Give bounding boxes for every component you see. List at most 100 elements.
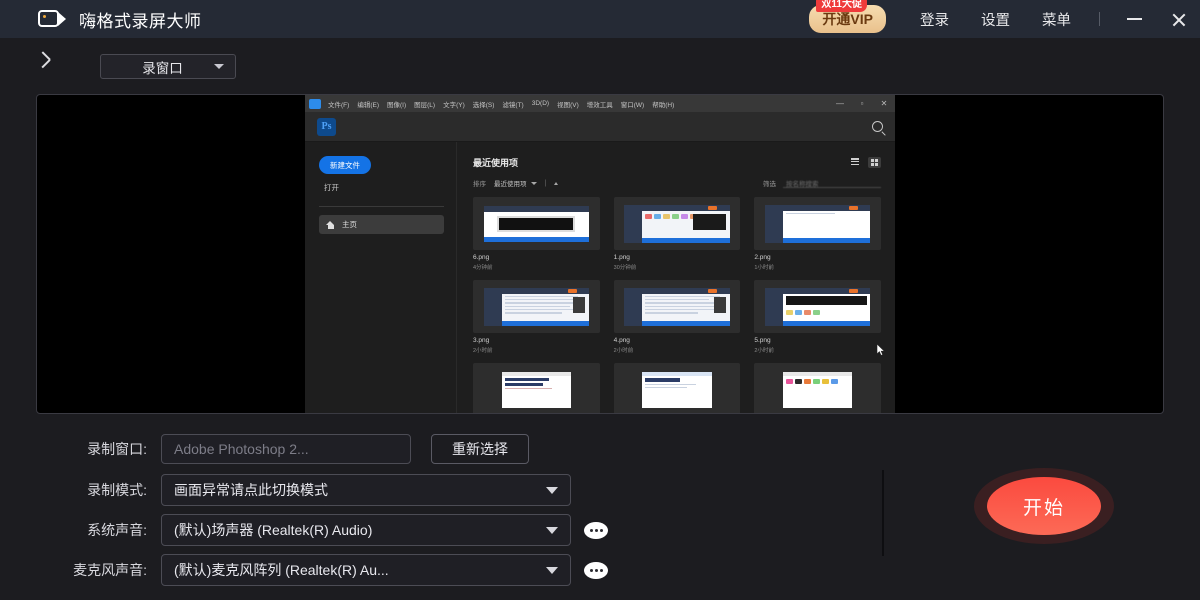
photoshop-window-preview: 文件(F) 编辑(E) 图像(I) 图层(L) 文字(Y) 选择(S) 滤镜(T… [305, 95, 895, 414]
ps-minimize-icon: — [829, 99, 851, 108]
titlebar-divider [1099, 12, 1100, 26]
ps-open-button: 打开 [324, 182, 444, 193]
ps-menu-item: 图层(L) [414, 99, 435, 109]
ps-menu-item: 编辑(E) [357, 99, 379, 109]
ps-sort-value: 最近使用项 [494, 178, 527, 188]
ps-file-card: 6.png 4分钟前 [473, 197, 600, 271]
ps-sort-row: 排序 最近使用项 | 筛选 按名称搜索 [473, 178, 881, 188]
ps-menu-bar: 文件(F) 编辑(E) 图像(I) 图层(L) 文字(Y) 选择(S) 滤镜(T… [305, 95, 895, 112]
search-icon [872, 121, 883, 132]
record-window-field: Adobe Photoshop 2... [161, 434, 411, 464]
close-button[interactable] [1156, 0, 1200, 38]
ps-body: 新建文件 打开 主页 最近使用项 [305, 142, 895, 414]
app-title: 嗨格式录屏大师 [79, 7, 202, 32]
ps-sort-separator: | [545, 180, 547, 187]
ps-file-meta: 2小时前 [754, 346, 881, 354]
ps-file-name: 3.png [473, 337, 600, 344]
panel-divider [882, 470, 884, 556]
ps-file-card [473, 363, 600, 414]
ps-file-meta: 4分钟前 [473, 263, 600, 271]
reselect-button[interactable]: 重新选择 [431, 434, 529, 464]
ps-logo: Ps [317, 118, 336, 136]
mic-sound-more-options-icon[interactable] [584, 562, 608, 579]
record-target-dropdown[interactable]: 录窗口 [100, 54, 236, 79]
mouse-cursor-icon [877, 344, 886, 357]
start-button[interactable]: 开始 [987, 477, 1101, 535]
settings-link[interactable]: 设置 [965, 9, 1026, 30]
ps-sidebar-divider [319, 206, 444, 207]
ps-maximize-icon: ▫ [851, 99, 873, 108]
ps-menu-item: 增效工具 [587, 99, 613, 109]
back-chevron-icon[interactable] [44, 55, 60, 71]
mic-sound-value: (默认)麦克风阵列 (Realtek(R) Au... [174, 560, 536, 580]
ps-app-icon [309, 99, 321, 109]
list-view-icon [848, 157, 861, 168]
ps-file-name: 2.png [754, 254, 881, 261]
ps-menu-item: 3D(D) [532, 100, 549, 107]
ps-menu-item: 帮助(H) [652, 99, 674, 109]
ps-main-panel: 最近使用项 排序 最近使用项 [457, 142, 895, 414]
ps-menu-item: 视图(V) [557, 99, 579, 109]
ps-filter-input: 按名称搜索 [783, 178, 881, 188]
ps-menu-item: 图像(I) [387, 99, 406, 109]
chevron-down-icon [531, 182, 537, 185]
ps-close-icon: ✕ [873, 99, 895, 108]
ps-sidebar: 新建文件 打开 主页 [305, 142, 457, 414]
minimize-icon [1127, 18, 1142, 20]
menu-link[interactable]: 菜单 [1026, 9, 1087, 30]
app-window: 嗨格式录屏大师 双11大促 开通VIP 登录 设置 菜单 录窗口 [0, 0, 1200, 600]
record-mode-value: 画面异常请点此切换模式 [174, 480, 536, 500]
minimize-button[interactable] [1112, 0, 1156, 38]
ps-sort-label: 排序 [473, 178, 486, 188]
titlebar-actions: 双11大促 开通VIP 登录 设置 菜单 [809, 0, 1200, 38]
capture-preview: 文件(F) 编辑(E) 图像(I) 图层(L) 文字(Y) 选择(S) 滤镜(T… [36, 94, 1164, 414]
ps-recent-grid: 6.png 4分钟前 [473, 197, 881, 414]
chevron-down-icon [546, 527, 558, 534]
ps-menu-item: 滤镜(T) [502, 99, 523, 109]
start-button-halo: 开始 [974, 468, 1114, 544]
record-window-row: 录制窗口: Adobe Photoshop 2... 重新选择 [36, 434, 529, 464]
ps-sidebar-item-home: 主页 [319, 215, 444, 234]
ps-file-meta: 30分钟前 [614, 263, 741, 271]
close-icon [1171, 12, 1186, 27]
vip-promo-badge: 双11大促 [816, 0, 867, 12]
mic-sound-dropdown[interactable]: (默认)麦克风阵列 (Realtek(R) Au... [161, 554, 571, 586]
system-sound-more-options-icon[interactable] [584, 522, 608, 539]
vip-button[interactable]: 双11大促 开通VIP [809, 5, 886, 33]
ps-menu-item: 文件(F) [328, 99, 349, 109]
ps-recent-title: 最近使用项 [473, 156, 518, 169]
ps-file-card [614, 363, 741, 414]
ps-file-name: 5.png [754, 337, 881, 344]
chevron-down-icon [546, 487, 558, 494]
record-mode-label: 录制模式: [36, 480, 161, 500]
record-window-label: 录制窗口: [36, 439, 161, 459]
login-link[interactable]: 登录 [904, 9, 965, 30]
ps-filter-label: 筛选 [763, 178, 776, 188]
ps-file-meta: 2小时前 [473, 346, 600, 354]
sort-ascending-icon [554, 182, 558, 185]
chevron-down-icon [546, 567, 558, 574]
ps-file-card: 4.png 2小时前 [614, 280, 741, 354]
record-mode-dropdown[interactable]: 画面异常请点此切换模式 [161, 474, 571, 506]
ps-file-name: 4.png [614, 337, 741, 344]
chevron-down-icon [214, 64, 224, 69]
ps-file-card [754, 363, 881, 414]
ps-home-label: 主页 [342, 219, 357, 230]
video-camera-icon [38, 9, 68, 29]
ps-file-card: 2.png 1小时前 [754, 197, 881, 271]
ps-top-toolbar: Ps [305, 112, 895, 142]
grid-view-icon [868, 157, 881, 168]
ps-file-card: 5.png 2小时前 [754, 280, 881, 354]
ps-window-controls: — ▫ ✕ [829, 99, 895, 108]
record-mode-row: 录制模式: 画面异常请点此切换模式 [36, 475, 571, 505]
app-brand: 嗨格式录屏大师 [38, 7, 202, 32]
system-sound-label: 系统声音: [36, 520, 161, 540]
system-sound-row: 系统声音: (默认)场声器 (Realtek(R) Audio) [36, 515, 608, 545]
ps-recent-header: 最近使用项 [473, 156, 881, 169]
ps-file-card: 1.png 30分钟前 [614, 197, 741, 271]
system-sound-dropdown[interactable]: (默认)场声器 (Realtek(R) Audio) [161, 514, 571, 546]
ps-menu-item: 文字(Y) [443, 99, 465, 109]
ps-file-meta: 2小时前 [614, 346, 741, 354]
ps-new-file-button: 新建文件 [319, 156, 371, 174]
ps-view-toggle [848, 157, 881, 168]
